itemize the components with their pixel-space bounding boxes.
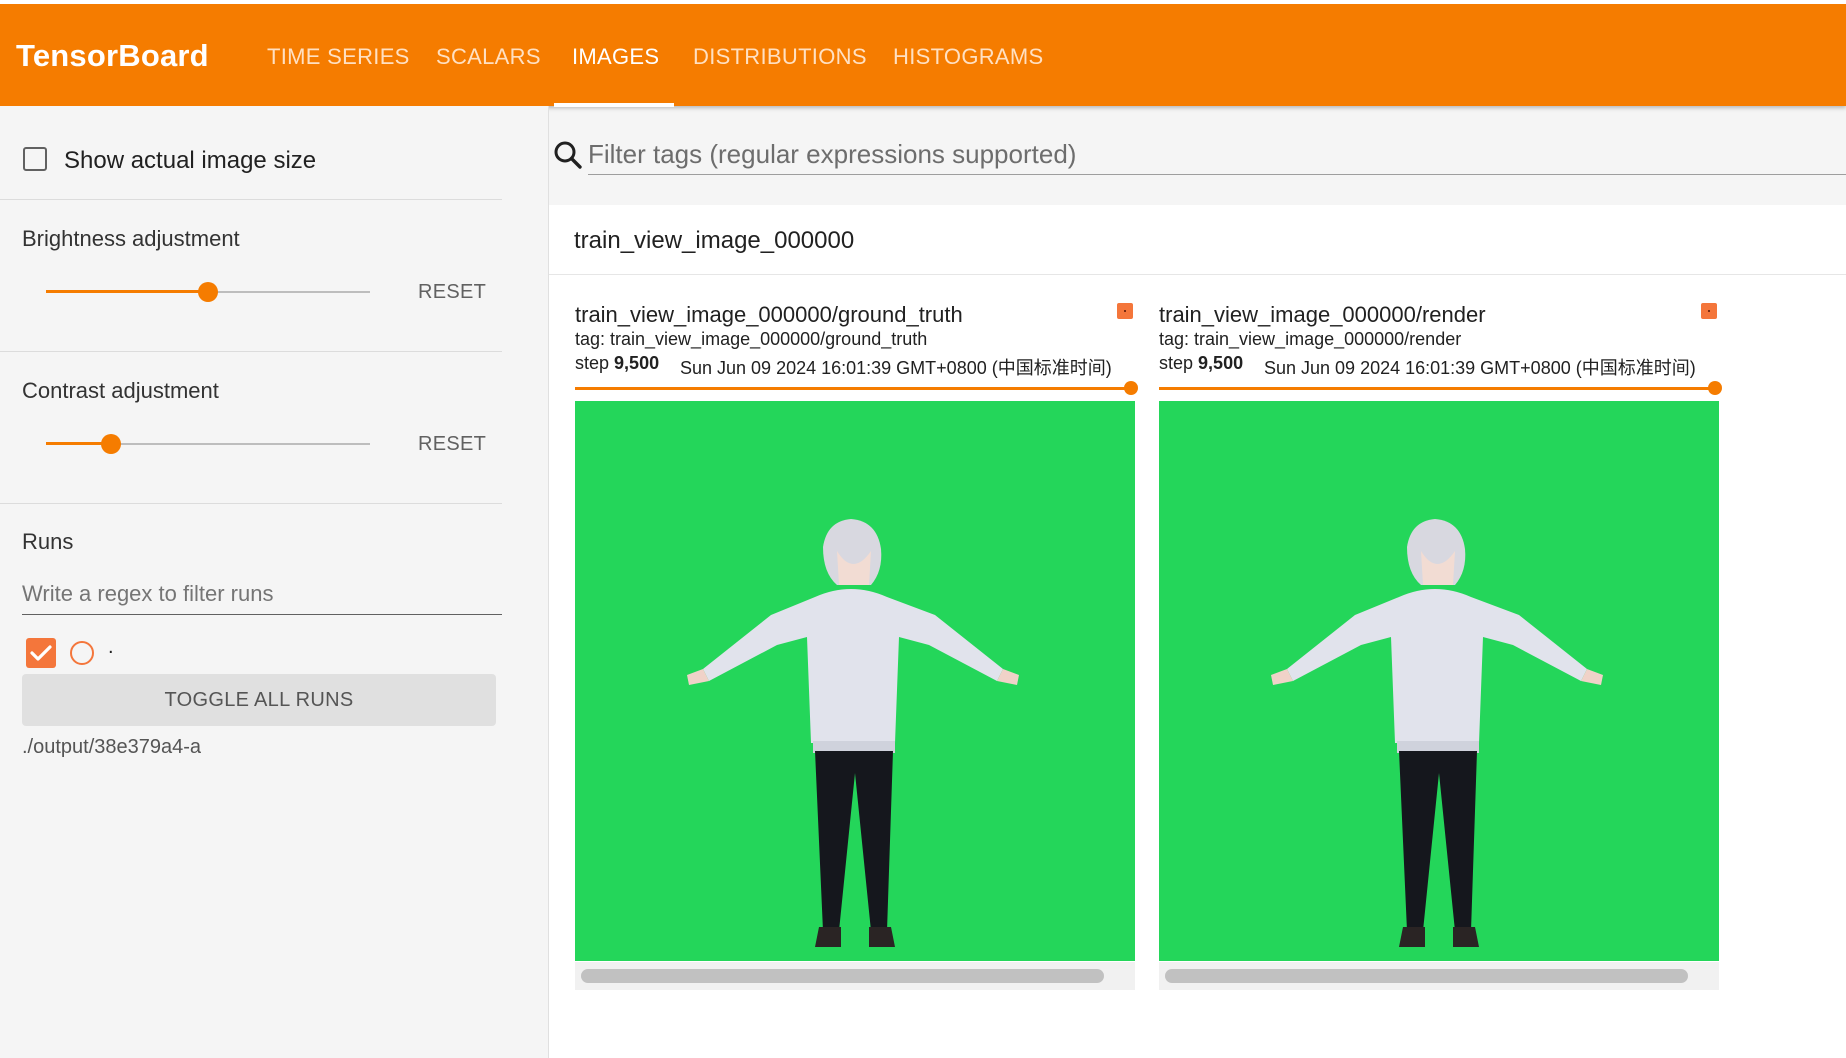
step-slider-thumb[interactable] (1124, 381, 1138, 395)
tab-distributions[interactable]: DISTRIBUTIONS (693, 44, 867, 70)
top-app-bar: TensorBoard TIME SERIES SCALARS IMAGES D… (0, 0, 1846, 107)
run-label: . (108, 636, 114, 658)
contrast-title: Contrast adjustment (22, 378, 219, 403)
contrast-slider-thumb[interactable] (100, 434, 121, 454)
image-scrollbar[interactable] (1165, 969, 1688, 983)
card-title: train_view_image_000000/render (1159, 302, 1486, 327)
check-icon (30, 645, 52, 661)
contrast-reset-button[interactable]: RESET (418, 433, 486, 456)
render-image (1159, 401, 1719, 961)
toggle-all-runs-button[interactable]: TOGGLE ALL RUNS (22, 674, 496, 726)
show-actual-size-label: Show actual image size (64, 147, 317, 174)
filter-tags-input[interactable] (588, 134, 1846, 175)
sidebar-divider (0, 503, 502, 504)
card-title: train_view_image_000000/ground_truth (575, 302, 963, 327)
card-tag: tag: train_view_image_000000/render (1159, 329, 1462, 349)
runs-title: Runs (22, 529, 74, 554)
brightness-slider-thumb[interactable] (198, 282, 218, 302)
run-checkbox[interactable] (26, 638, 56, 668)
sidebar-divider (0, 199, 502, 200)
run-color-picker[interactable] (70, 641, 94, 665)
tab-images[interactable]: IMAGES (572, 44, 659, 70)
search-icon (554, 141, 582, 169)
run-color-badge (1117, 303, 1133, 319)
card-tag: tag: train_view_image_000000/ground_trut… (575, 329, 928, 349)
card-step: step 9,500 (575, 353, 660, 373)
step-slider-thumb[interactable] (1708, 381, 1722, 395)
tab-scalars[interactable]: SCALARS (436, 44, 541, 70)
active-tab-indicator (554, 103, 674, 107)
show-actual-size-checkbox[interactable] (23, 147, 47, 171)
image-scrollbar[interactable] (581, 969, 1104, 983)
run-color-badge (1701, 303, 1717, 319)
brightness-slider-fill (46, 290, 208, 293)
tab-time-series[interactable]: TIME SERIES (267, 44, 410, 70)
sidebar-divider (0, 351, 502, 352)
step-slider[interactable] (575, 387, 1132, 390)
step-slider[interactable] (1159, 387, 1716, 390)
card-timestamp: Sun Jun 09 2024 16:01:39 GMT+0800 (中国标准时… (680, 358, 1112, 378)
card-timestamp: Sun Jun 09 2024 16:01:39 GMT+0800 (中国标准时… (1264, 358, 1696, 378)
card-step: step 9,500 (1159, 353, 1244, 373)
run-path: ./output/38e379a4-a (22, 736, 202, 758)
app-brand: TensorBoard (16, 38, 209, 73)
brightness-reset-button[interactable]: RESET (418, 281, 486, 304)
brightness-title: Brightness adjustment (22, 226, 240, 251)
ground-truth-image (575, 401, 1135, 961)
runs-filter-input[interactable] (22, 574, 502, 615)
tab-histograms[interactable]: HISTOGRAMS (893, 44, 1044, 70)
tag-group-title: train_view_image_000000 (574, 227, 855, 254)
